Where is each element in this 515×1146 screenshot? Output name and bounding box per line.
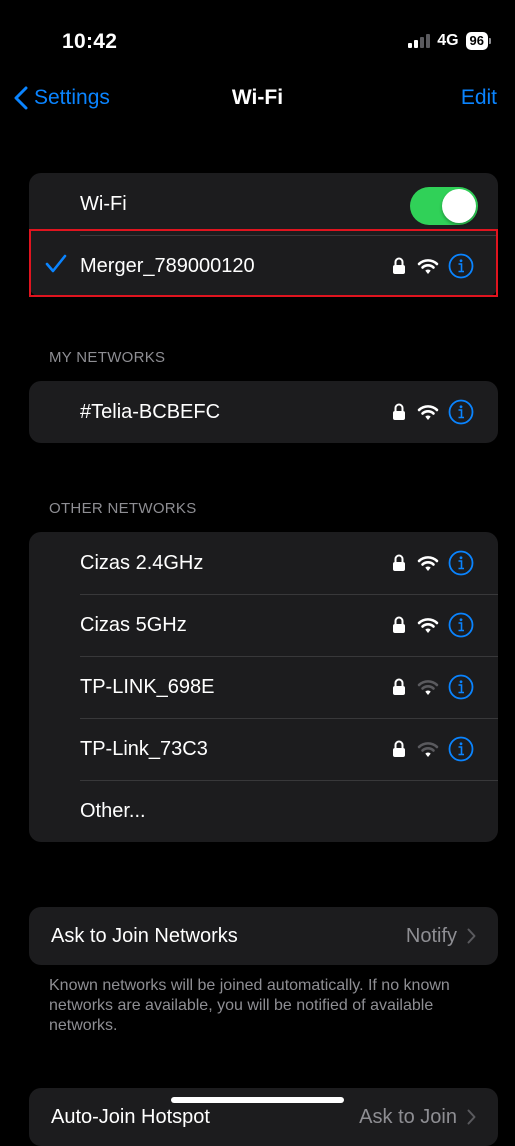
info-icon[interactable]	[446, 736, 476, 762]
wifi-toggle[interactable]	[410, 187, 478, 225]
network-name: Cizas 2.4GHz	[80, 551, 204, 574]
info-icon[interactable]	[446, 253, 476, 279]
info-icon[interactable]	[446, 550, 476, 576]
info-icon[interactable]	[446, 399, 476, 425]
other-network-row[interactable]: Other...	[29, 780, 498, 842]
other-networks-header: OTHER NETWORKS	[49, 500, 197, 517]
lock-icon	[388, 616, 410, 634]
network-row[interactable]: #Telia-BCBEFC	[29, 381, 498, 443]
wifi-signal-icon	[410, 404, 446, 421]
network-name: TP-LINK_698E	[80, 675, 215, 698]
lock-icon	[388, 554, 410, 572]
wifi-group: Wi-Fi Merger_789000120	[29, 173, 498, 297]
network-type: 4G	[437, 32, 459, 49]
wifi-toggle-label: Wi-Fi	[80, 192, 127, 215]
chevron-right-icon	[467, 1109, 476, 1125]
edit-button[interactable]: Edit	[461, 86, 497, 110]
ask-to-join-row[interactable]: Ask to Join Networks Notify	[29, 907, 498, 965]
network-name: TP-Link_73C3	[80, 737, 208, 760]
wifi-signal-weak-icon	[410, 679, 446, 696]
battery-level: 96	[465, 32, 488, 50]
wifi-signal-icon	[410, 258, 446, 275]
ask-to-join-label: Ask to Join Networks	[51, 924, 238, 947]
lock-icon	[388, 678, 410, 696]
other-networks-group: Cizas 2.4GHz Cizas 5GHz TP-LINK_698E TP-…	[29, 532, 498, 842]
home-indicator[interactable]	[171, 1097, 344, 1103]
lock-icon	[388, 257, 410, 275]
other-network-label: Other...	[80, 799, 146, 822]
ask-to-join-group: Ask to Join Networks Notify	[29, 907, 498, 965]
connected-network-name: Merger_789000120	[80, 254, 255, 277]
chevron-right-icon	[467, 928, 476, 944]
network-name: #Telia-BCBEFC	[80, 400, 221, 423]
info-icon[interactable]	[446, 674, 476, 700]
wifi-signal-weak-icon	[410, 741, 446, 758]
network-row[interactable]: Cizas 5GHz	[29, 594, 498, 656]
wifi-signal-icon	[410, 555, 446, 572]
status-time: 10:42	[62, 30, 118, 53]
wifi-signal-icon	[410, 617, 446, 634]
network-name: Cizas 5GHz	[80, 613, 187, 636]
checkmark-icon	[45, 254, 67, 273]
network-row[interactable]: TP-Link_73C3	[29, 718, 498, 780]
auto-join-hotspot-label: Auto-Join Hotspot	[51, 1105, 210, 1128]
ask-to-join-footnote: Known networks will be joined automatica…	[49, 977, 450, 1034]
cellular-signal-icon	[408, 34, 431, 48]
status-indicators: 4G 96	[408, 32, 491, 50]
auto-join-hotspot-value: Ask to Join	[359, 1105, 457, 1128]
wifi-toggle-row: Wi-Fi	[29, 173, 498, 235]
connected-network-row[interactable]: Merger_789000120	[29, 235, 498, 297]
page-title: Wi-Fi	[231, 86, 284, 109]
my-networks-group: #Telia-BCBEFC	[29, 381, 498, 443]
info-icon[interactable]	[446, 612, 476, 638]
battery-icon: 96	[465, 32, 491, 50]
my-networks-header: MY NETWORKS	[49, 349, 166, 366]
network-row[interactable]: TP-LINK_698E	[29, 656, 498, 718]
network-row[interactable]: Cizas 2.4GHz	[29, 532, 498, 594]
lock-icon	[388, 403, 410, 421]
ask-to-join-value: Notify	[405, 924, 457, 947]
lock-icon	[388, 740, 410, 758]
